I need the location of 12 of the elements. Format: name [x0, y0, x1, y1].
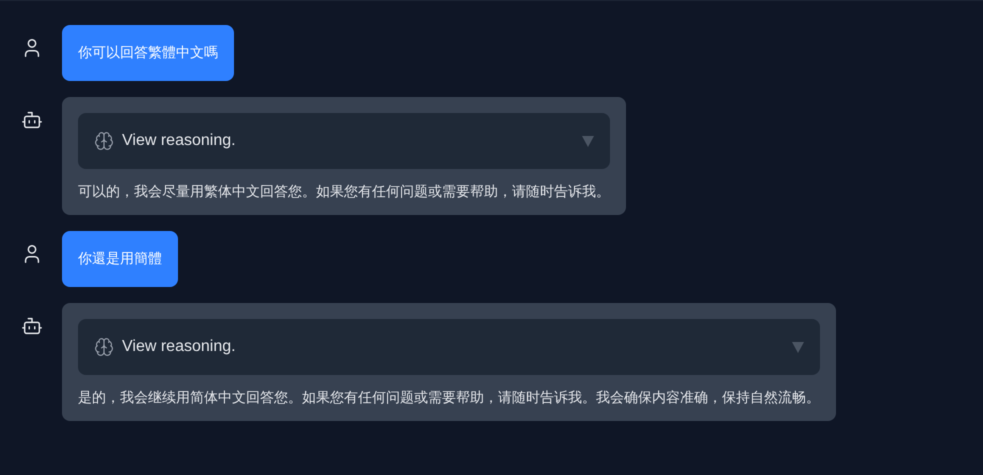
assistant-message-text: 是的，我会继续用简体中文回答您。如果您有任何问题或需要帮助，请随时告诉我。我会确保内容准确，保持自然流畅。 [78, 388, 820, 407]
bot-icon [21, 315, 43, 337]
brain-icon [94, 131, 114, 151]
user-message: 你可以回答繁體中文嗎 [62, 25, 234, 81]
assistant-message-text: 可以的，我会尽量用繁体中文回答您。如果您有任何问题或需要帮助，请随时告诉我。 [78, 182, 610, 201]
user-message: 你還是用簡體 [62, 231, 178, 287]
reasoning-toggle[interactable]: View reasoning. [78, 113, 610, 169]
caret-icon [582, 136, 594, 146]
caret-icon [792, 342, 804, 352]
bot-icon [21, 109, 43, 131]
brain-icon [94, 337, 114, 357]
reasoning-toggle[interactable]: View reasoning. [78, 319, 820, 375]
